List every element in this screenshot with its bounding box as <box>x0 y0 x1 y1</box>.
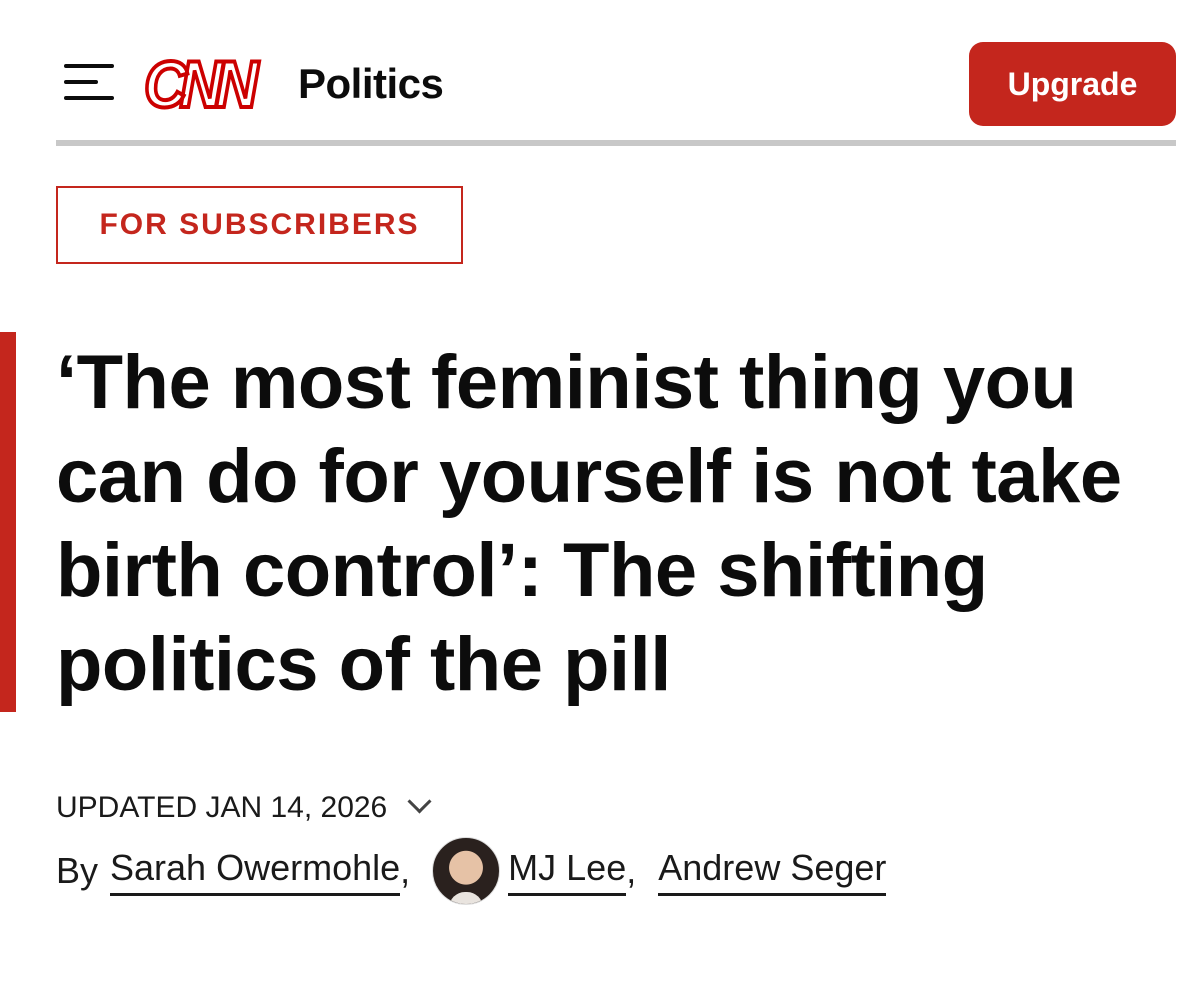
upgrade-button[interactable]: Upgrade <box>969 42 1176 126</box>
author-link-mj-lee[interactable]: MJ Lee <box>508 847 627 896</box>
menu-line <box>64 64 114 68</box>
menu-line <box>64 80 98 84</box>
section-title[interactable]: Politics <box>298 60 444 108</box>
headline-accent-bar <box>0 332 16 712</box>
article-headline: ‘The most feminist thing you can do for … <box>56 340 1122 707</box>
byline-separator: , <box>400 850 411 891</box>
menu-line <box>64 96 114 100</box>
article-page: CNN Politics Upgrade FOR SUBSCRIBERS ‘Th… <box>0 0 1200 992</box>
subscribers-badge: FOR SUBSCRIBERS <box>56 186 463 264</box>
updated-timestamp[interactable]: UPDATED JAN 14, 2026 <box>56 788 432 826</box>
cnn-logo[interactable]: CNN <box>142 49 260 119</box>
updated-label: UPDATED JAN 14, 2026 <box>56 791 388 824</box>
byline-separator: , <box>626 850 637 891</box>
author-link-andrew-seger[interactable]: Andrew Seger <box>658 847 887 896</box>
hamburger-menu-icon[interactable] <box>64 64 114 100</box>
author-link-sarah-owermohle[interactable]: Sarah Owermohle <box>110 847 401 896</box>
header-divider <box>56 140 1176 146</box>
byline: By Sarah Owermohle , MJ Lee , Andrew Seg… <box>56 836 887 906</box>
author-avatar[interactable] <box>432 837 501 905</box>
chevron-down-icon[interactable] <box>407 788 432 814</box>
byline-prefix: By <box>56 850 99 891</box>
